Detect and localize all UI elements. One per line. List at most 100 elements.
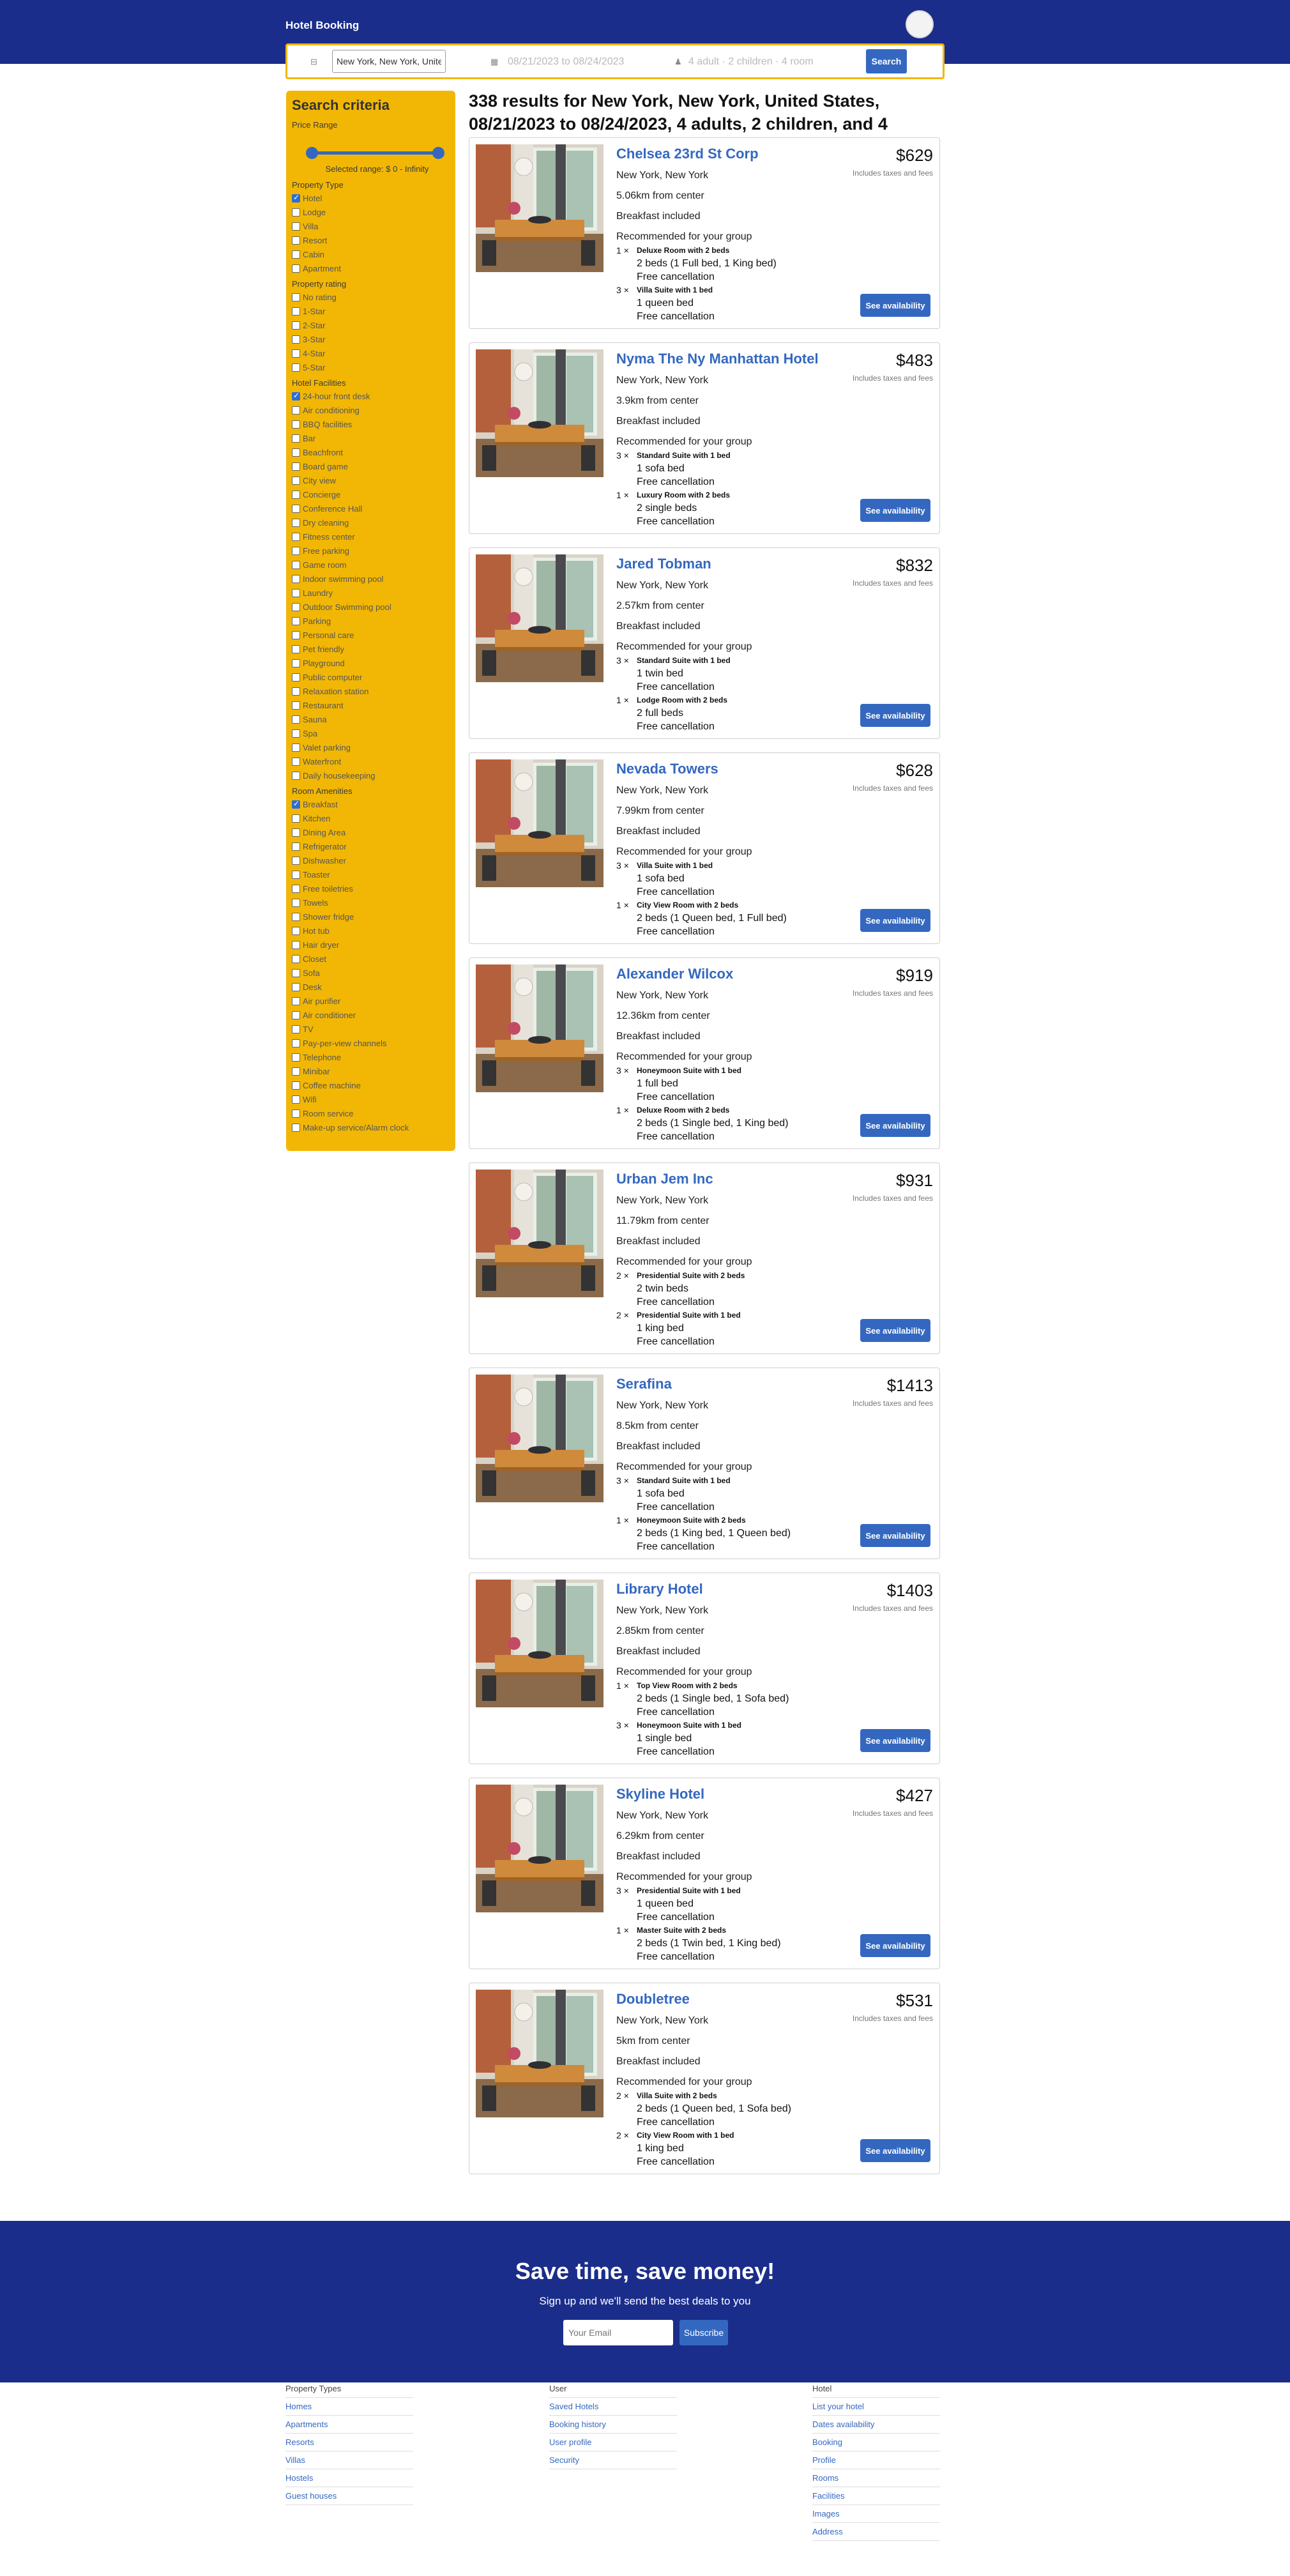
hotel-photo[interactable] (476, 1785, 603, 1912)
amenity-checkbox[interactable] (292, 1067, 300, 1076)
rating-option[interactable]: No rating (292, 290, 450, 304)
hotel-photo[interactable] (476, 1375, 603, 1502)
hotel-photo[interactable] (476, 144, 603, 272)
amenity-checkbox[interactable] (292, 856, 300, 865)
property-type-option[interactable]: Villa (292, 219, 450, 233)
facility-checkbox[interactable] (292, 391, 300, 400)
amenity-checkbox[interactable] (292, 1109, 300, 1118)
facility-checkbox[interactable] (292, 644, 300, 653)
facility-option[interactable]: Valet parking (292, 740, 450, 754)
amenity-checkbox[interactable] (292, 884, 300, 893)
amenity-option[interactable]: Breakfast (292, 797, 450, 811)
hotel-photo[interactable] (476, 1580, 603, 1707)
see-availability-button[interactable]: See availability (860, 909, 930, 932)
property-type-option[interactable]: Cabin (292, 247, 450, 261)
facility-checkbox[interactable] (292, 687, 300, 696)
brand-title[interactable]: Hotel Booking (285, 19, 359, 32)
property-type-checkbox[interactable] (292, 222, 300, 231)
hotel-photo[interactable] (476, 759, 603, 887)
facility-option[interactable]: Game room (292, 558, 450, 572)
amenity-option[interactable]: Air purifier (292, 994, 450, 1008)
facility-checkbox[interactable] (292, 504, 300, 513)
facility-option[interactable]: Sauna (292, 712, 450, 726)
amenity-checkbox[interactable] (292, 968, 300, 977)
facility-checkbox[interactable] (292, 588, 300, 597)
guests-field[interactable]: 4 adult · 2 children · 4 room (688, 56, 814, 68)
facility-option[interactable]: Bar (292, 431, 450, 445)
footer-link[interactable]: User profile (549, 2434, 677, 2451)
amenity-option[interactable]: Closet (292, 952, 450, 966)
property-type-option[interactable]: Resort (292, 233, 450, 247)
footer-link[interactable]: Dates availability (812, 2416, 940, 2434)
amenity-option[interactable]: Telephone (292, 1050, 450, 1064)
rating-option[interactable]: 5-Star (292, 360, 450, 374)
rating-checkbox[interactable] (292, 321, 300, 330)
facility-checkbox[interactable] (292, 659, 300, 667)
facility-option[interactable]: 24-hour front desk (292, 389, 450, 403)
amenity-option[interactable]: Kitchen (292, 811, 450, 825)
amenity-option[interactable]: Make-up service/Alarm clock (292, 1120, 450, 1134)
rating-option[interactable]: 2-Star (292, 318, 450, 332)
rating-checkbox[interactable] (292, 349, 300, 358)
amenity-checkbox[interactable] (292, 842, 300, 851)
facility-option[interactable]: Spa (292, 726, 450, 740)
property-type-checkbox[interactable] (292, 208, 300, 217)
facility-checkbox[interactable] (292, 673, 300, 682)
facility-option[interactable]: Pet friendly (292, 642, 450, 656)
amenity-checkbox[interactable] (292, 898, 300, 907)
facility-checkbox[interactable] (292, 476, 300, 485)
amenity-option[interactable]: Refrigerator (292, 839, 450, 853)
hotel-name-link[interactable]: Doubletree (616, 1991, 827, 2008)
see-availability-button[interactable]: See availability (860, 1524, 930, 1547)
see-availability-button[interactable]: See availability (860, 1934, 930, 1957)
footer-link[interactable]: List your hotel (812, 2398, 940, 2416)
facility-option[interactable]: Restaurant (292, 698, 450, 712)
rating-option[interactable]: 4-Star (292, 346, 450, 360)
facility-option[interactable]: Parking (292, 614, 450, 628)
facility-option[interactable]: Laundry (292, 586, 450, 600)
hotel-photo[interactable] (476, 1170, 603, 1297)
search-button[interactable]: Search (866, 49, 907, 73)
facility-option[interactable]: Daily housekeeping (292, 768, 450, 782)
facility-option[interactable]: Public computer (292, 670, 450, 684)
rating-option[interactable]: 1-Star (292, 304, 450, 318)
amenity-option[interactable]: Desk (292, 980, 450, 994)
see-availability-button[interactable]: See availability (860, 1319, 930, 1342)
amenity-checkbox[interactable] (292, 1123, 300, 1132)
rating-checkbox[interactable] (292, 307, 300, 316)
amenity-checkbox[interactable] (292, 870, 300, 879)
footer-link[interactable]: Security (549, 2451, 677, 2469)
rating-option[interactable]: 3-Star (292, 332, 450, 346)
footer-link[interactable]: Apartments (285, 2416, 413, 2434)
facility-checkbox[interactable] (292, 743, 300, 752)
amenity-checkbox[interactable] (292, 799, 300, 809)
footer-link[interactable]: Images (812, 2505, 940, 2523)
facility-checkbox[interactable] (292, 406, 300, 415)
amenity-option[interactable]: Hot tub (292, 924, 450, 938)
destination-input[interactable] (332, 50, 446, 73)
facility-option[interactable]: Outdoor Swimming pool (292, 600, 450, 614)
facility-option[interactable]: Concierge (292, 487, 450, 501)
amenity-option[interactable]: Pay-per-view channels (292, 1036, 450, 1050)
property-type-checkbox[interactable] (292, 236, 300, 245)
rating-checkbox[interactable] (292, 335, 300, 344)
hotel-name-link[interactable]: Nevada Towers (616, 761, 827, 777)
facility-option[interactable]: Beachfront (292, 445, 450, 459)
facility-checkbox[interactable] (292, 574, 300, 583)
amenity-option[interactable]: Dining Area (292, 825, 450, 839)
facility-checkbox[interactable] (292, 462, 300, 471)
facility-checkbox[interactable] (292, 701, 300, 710)
user-avatar[interactable] (906, 10, 934, 38)
amenity-checkbox[interactable] (292, 982, 300, 991)
property-type-checkbox[interactable] (292, 250, 300, 259)
newsletter-email-input[interactable] (563, 2320, 673, 2345)
amenity-option[interactable]: Free toiletries (292, 881, 450, 896)
footer-link[interactable]: Facilities (812, 2487, 940, 2505)
facility-option[interactable]: Waterfront (292, 754, 450, 768)
footer-link[interactable]: Hostels (285, 2469, 413, 2487)
hotel-name-link[interactable]: Nyma The Ny Manhattan Hotel (616, 351, 827, 367)
see-availability-button[interactable]: See availability (860, 704, 930, 727)
amenity-option[interactable]: Dishwasher (292, 853, 450, 867)
hotel-photo[interactable] (476, 554, 603, 682)
facility-option[interactable]: Conference Hall (292, 501, 450, 515)
